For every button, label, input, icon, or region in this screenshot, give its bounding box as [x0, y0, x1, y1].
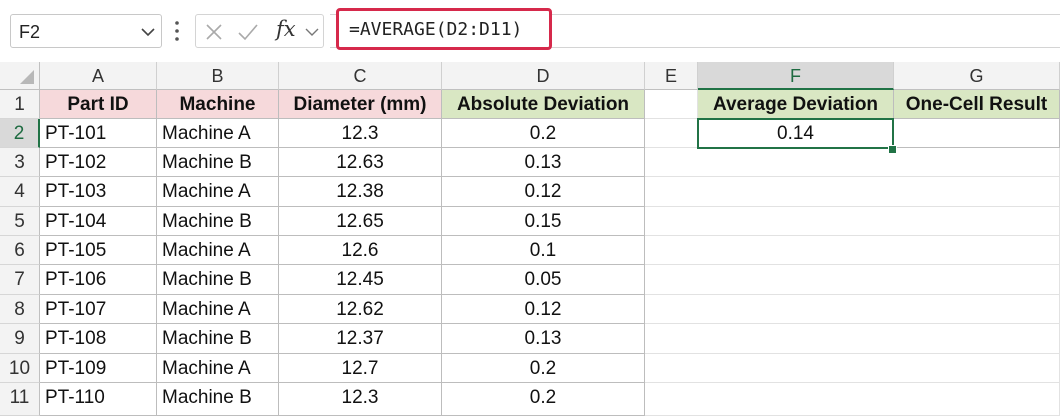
table-cell[interactable]: 0.2 — [442, 119, 645, 148]
table-cell[interactable]: PT-102 — [40, 148, 157, 177]
table-cell[interactable]: 12.7 — [279, 354, 442, 383]
table-cell[interactable]: 0.2 — [442, 354, 645, 383]
table-cell[interactable]: 12.38 — [279, 177, 442, 207]
table-cell[interactable]: 12.63 — [279, 148, 442, 177]
table-cell[interactable]: 12.3 — [279, 383, 442, 416]
header-part-id[interactable]: Part ID — [40, 90, 157, 119]
formula-bar-area: F2 fx =AVERAGE(D2:D11) — [0, 0, 1060, 62]
header-average-deviation[interactable]: Average Deviation — [698, 90, 894, 119]
table-cell[interactable]: PT-106 — [40, 265, 157, 295]
one-cell-result-cell[interactable] — [894, 119, 1060, 148]
table-cell[interactable]: PT-104 — [40, 207, 157, 236]
column-header-c[interactable]: C — [279, 62, 442, 90]
column-header-g[interactable]: G — [894, 62, 1060, 90]
header-diameter[interactable]: Diameter (mm) — [279, 90, 442, 119]
empty-cells[interactable] — [645, 354, 1060, 383]
row-header-4[interactable]: 4 — [0, 177, 40, 207]
empty-cells[interactable] — [645, 177, 1060, 207]
table-cell[interactable]: Machine B — [157, 207, 279, 236]
row-header-8[interactable]: 8 — [0, 295, 40, 324]
formula-text: =AVERAGE(D2:D11) — [349, 19, 523, 40]
cell-e2[interactable] — [645, 119, 698, 148]
column-header-f[interactable]: F — [698, 62, 894, 90]
table-cell[interactable]: 12.6 — [279, 236, 442, 265]
table-cell[interactable]: 0.12 — [442, 295, 645, 324]
table-cell[interactable]: PT-110 — [40, 383, 157, 416]
table-cell[interactable]: Machine A — [157, 295, 279, 324]
formula-input[interactable]: =AVERAGE(D2:D11) — [336, 8, 552, 50]
chevron-down-icon[interactable] — [304, 24, 320, 40]
name-box-value: F2 — [19, 22, 41, 42]
table-cell[interactable]: Machine A — [157, 119, 279, 148]
name-box[interactable]: F2 — [10, 14, 162, 48]
empty-cells[interactable] — [645, 295, 1060, 324]
table-cell[interactable]: 12.3 — [279, 119, 442, 148]
row-header-1[interactable]: 1 — [0, 90, 40, 119]
row-header-11[interactable]: 11 — [0, 383, 40, 416]
empty-cells[interactable] — [645, 324, 1060, 354]
header-one-cell-result[interactable]: One-Cell Result — [894, 90, 1060, 119]
insert-function-icon[interactable]: fx — [276, 17, 296, 41]
table-cell[interactable]: 0.05 — [442, 265, 645, 295]
empty-cells[interactable] — [645, 148, 1060, 177]
row-header-2[interactable]: 2 — [0, 119, 40, 148]
row-header-5[interactable]: 5 — [0, 207, 40, 236]
table-cell[interactable]: 0.13 — [442, 324, 645, 354]
more-options-icon[interactable] — [172, 18, 182, 44]
table-cell[interactable]: 0.1 — [442, 236, 645, 265]
empty-cells[interactable] — [645, 236, 1060, 265]
table-cell[interactable]: PT-101 — [40, 119, 157, 148]
select-all-icon — [20, 70, 34, 84]
table-cell[interactable]: PT-103 — [40, 177, 157, 207]
table-cell[interactable]: PT-107 — [40, 295, 157, 324]
row-header-9[interactable]: 9 — [0, 324, 40, 354]
column-header-e[interactable]: E — [645, 62, 698, 90]
table-cell[interactable]: Machine B — [157, 324, 279, 354]
table-cell[interactable]: 12.62 — [279, 295, 442, 324]
table-cell[interactable]: 12.45 — [279, 265, 442, 295]
table-cell[interactable]: PT-105 — [40, 236, 157, 265]
row-header-10[interactable]: 10 — [0, 354, 40, 383]
cell-e1[interactable] — [645, 90, 698, 119]
chevron-down-icon[interactable] — [139, 23, 157, 41]
table-cell[interactable]: Machine B — [157, 265, 279, 295]
table-cell[interactable]: PT-108 — [40, 324, 157, 354]
column-header-a[interactable]: A — [40, 62, 157, 90]
select-all-corner[interactable] — [0, 62, 40, 90]
table-cell[interactable]: 0.15 — [442, 207, 645, 236]
table-cell[interactable]: Machine A — [157, 354, 279, 383]
table-cell[interactable]: 0.2 — [442, 383, 645, 416]
table-cell[interactable]: Machine A — [157, 177, 279, 207]
table-cell[interactable]: PT-109 — [40, 354, 157, 383]
column-header-b[interactable]: B — [157, 62, 279, 90]
enter-check-icon[interactable] — [236, 21, 260, 43]
row-header-7[interactable]: 7 — [0, 265, 40, 295]
average-deviation-result-cell[interactable]: 0.14 — [697, 118, 894, 149]
row-header-3[interactable]: 3 — [0, 148, 40, 177]
empty-cells[interactable] — [645, 265, 1060, 295]
table-cell[interactable]: 0.13 — [442, 148, 645, 177]
empty-cells[interactable] — [645, 207, 1060, 236]
header-machine[interactable]: Machine — [157, 90, 279, 119]
column-header-d[interactable]: D — [442, 62, 645, 90]
table-cell[interactable]: 0.12 — [442, 177, 645, 207]
row-header-6[interactable]: 6 — [0, 236, 40, 265]
table-cell[interactable]: Machine A — [157, 236, 279, 265]
formula-actions: fx — [195, 14, 324, 48]
empty-cells[interactable] — [645, 383, 1060, 416]
table-cell[interactable]: Machine B — [157, 383, 279, 416]
cancel-icon[interactable] — [203, 21, 225, 43]
table-cell[interactable]: Machine B — [157, 148, 279, 177]
header-absolute-deviation[interactable]: Absolute Deviation — [442, 90, 645, 119]
table-cell[interactable]: 12.37 — [279, 324, 442, 354]
table-cell[interactable]: 12.65 — [279, 207, 442, 236]
